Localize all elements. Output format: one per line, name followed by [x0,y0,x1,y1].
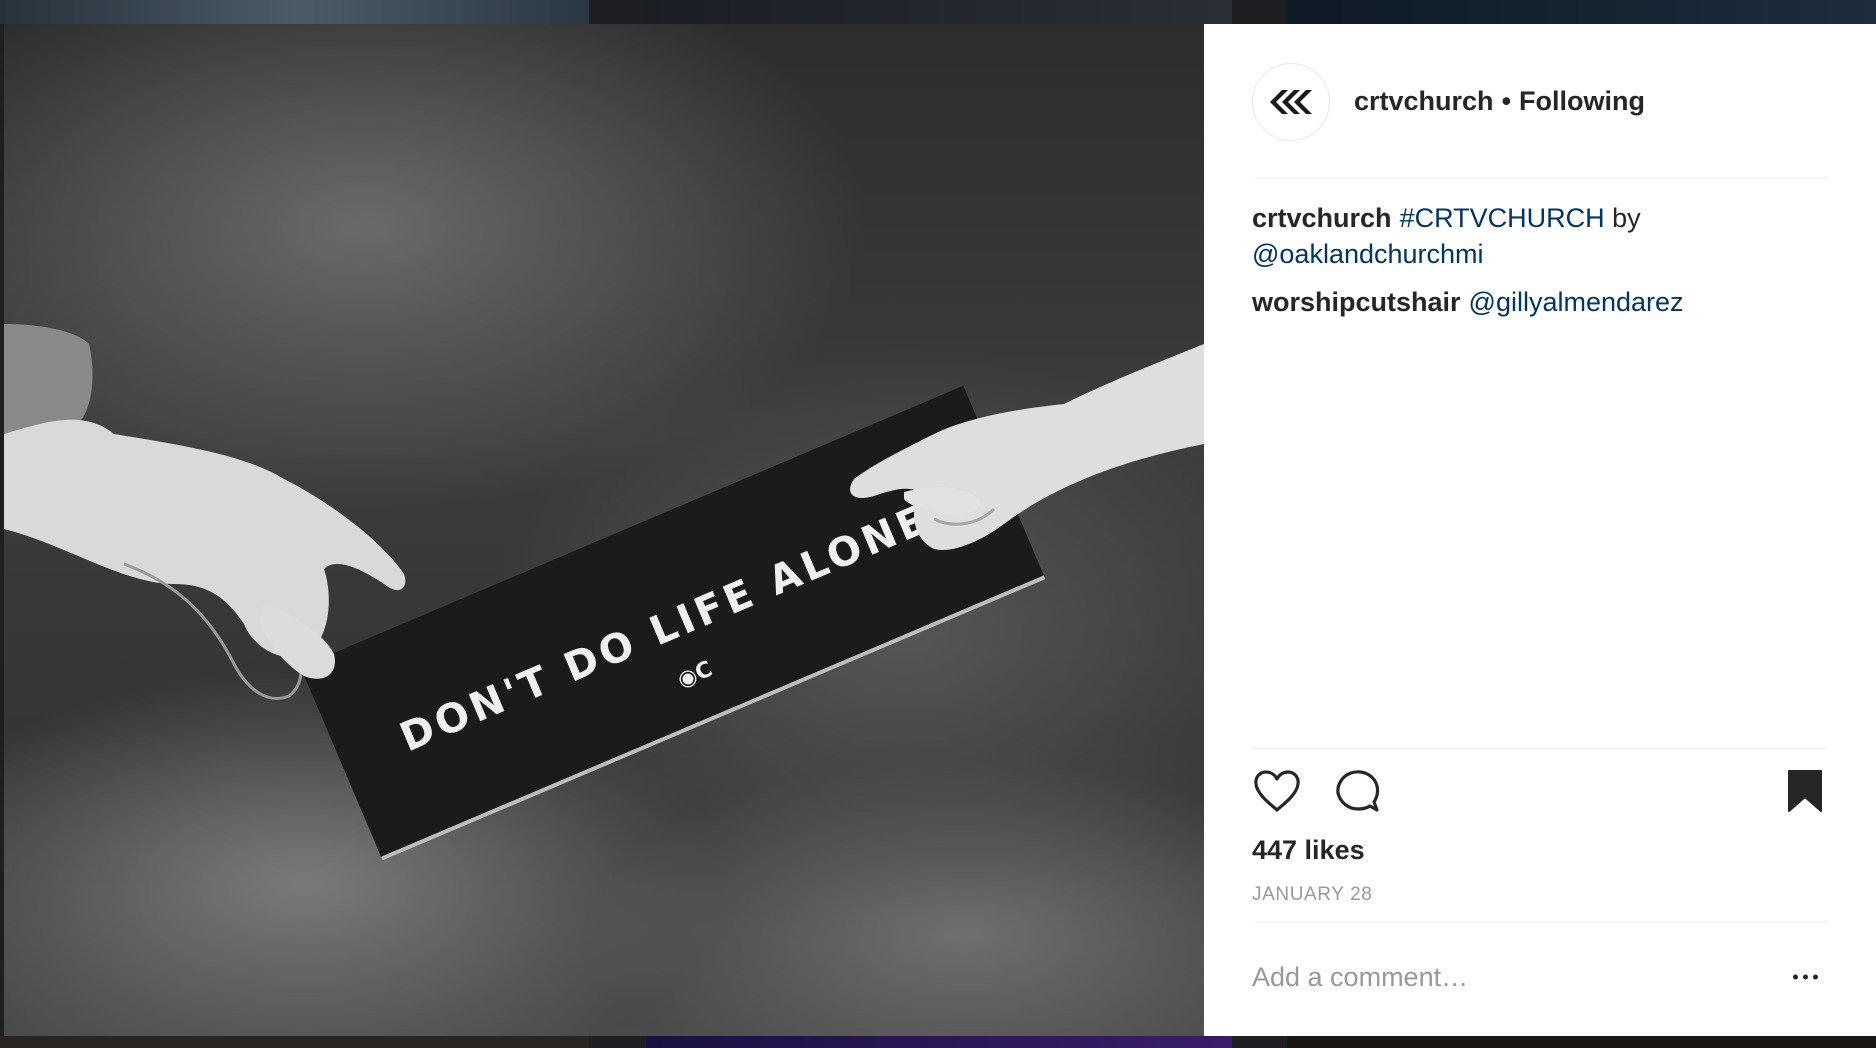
background-thumbnail[interactable] [1287,0,1876,24]
post-modal: DON'T DO LIFE ALONE. ◉C crtvchurch • Fol… [4,24,1876,1036]
likes-count[interactable]: 447 likes [1252,835,1826,866]
more-options-button[interactable] [1787,969,1824,986]
background-thumbnail[interactable] [1287,1036,1876,1048]
comment-item: worshipcutshair @gillyalmendarez [1252,284,1826,320]
comment-item: crtvchurch #CRTVCHURCH by @oaklandchurchm… [1252,200,1826,272]
following-button[interactable]: Following [1519,86,1645,117]
photo-illustration: DON'T DO LIFE ALONE. ◉C [4,324,1204,861]
post-actions-area: 447 likes JANUARY 28 [1252,748,1826,1031]
bookmark-icon [1788,770,1822,812]
comment-form [1252,923,1826,1031]
more-options-icon [1803,974,1808,980]
avatar[interactable] [1252,63,1330,141]
post-header: crtvchurch • Following [1252,24,1826,179]
post-photo[interactable]: DON'T DO LIFE ALONE. ◉C [4,24,1204,1036]
comment-username[interactable]: crtvchurch [1252,203,1392,233]
background-thumbnail[interactable] [0,0,589,24]
post-side-panel: crtvchurch • Following crtvchurch #CRTVCH… [1204,24,1876,1036]
username-link[interactable]: crtvchurch [1354,86,1494,117]
like-button[interactable] [1252,766,1302,816]
more-options-icon [1793,974,1798,980]
background-thumbnail[interactable] [646,0,1232,24]
post-modal-view: DON'T DO LIFE ALONE. ◉C crtvchurch • Fol… [0,0,1876,1048]
comment-button[interactable] [1332,766,1382,816]
left-hand [4,419,406,658]
comment-input[interactable] [1252,961,1752,993]
action-bar [1252,749,1826,833]
more-options-icon [1813,974,1818,980]
crtvchurch-logo-icon [1270,90,1312,114]
heart-icon [1254,770,1300,812]
post-date[interactable]: JANUARY 28 [1252,884,1826,923]
mention-link[interactable]: @oaklandchurchmi [1252,239,1484,269]
mention-link[interactable]: @gillyalmendarez [1469,287,1684,317]
comment-username[interactable]: worshipcutshair [1252,287,1461,317]
background-thumbnail[interactable] [0,1036,589,1048]
comments-list: crtvchurch #CRTVCHURCH by @oaklandchurchm… [1252,200,1826,332]
comment-text: by [1612,203,1641,233]
comment-bubble-icon [1336,770,1380,812]
hashtag-link[interactable]: #CRTVCHURCH [1400,203,1605,233]
header-text: crtvchurch • Following [1354,86,1645,117]
header-separator: • [1501,85,1512,116]
save-button[interactable] [1780,766,1830,816]
background-thumbnail[interactable] [646,1036,1232,1048]
